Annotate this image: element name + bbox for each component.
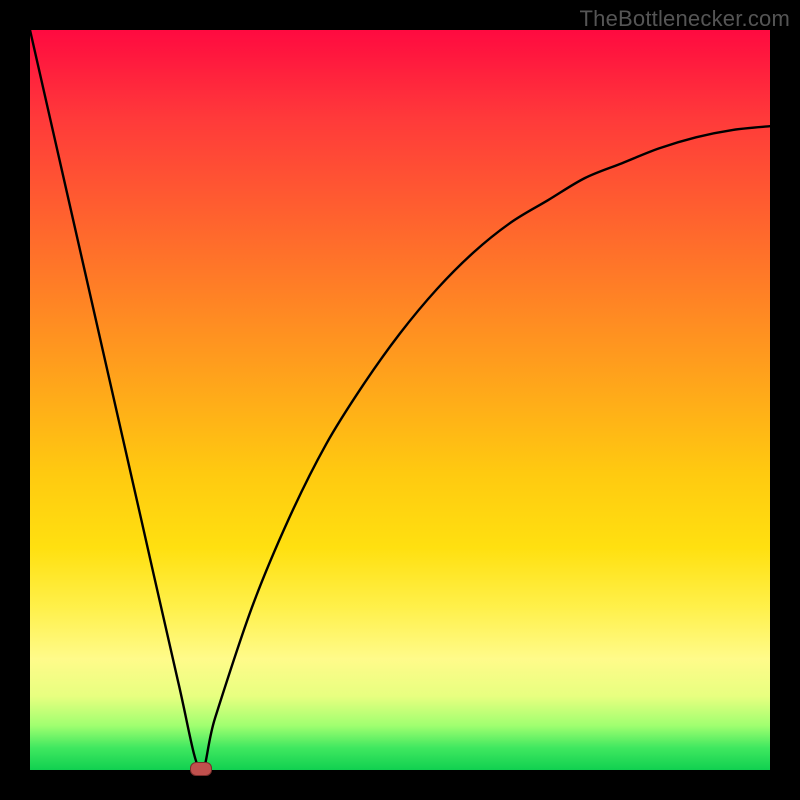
bottleneck-curve [30,30,770,770]
plot-area [30,30,770,770]
watermark-text: TheBottlenecker.com [580,6,790,32]
minimum-marker [190,762,212,776]
chart-frame: TheBottlenecker.com [0,0,800,800]
